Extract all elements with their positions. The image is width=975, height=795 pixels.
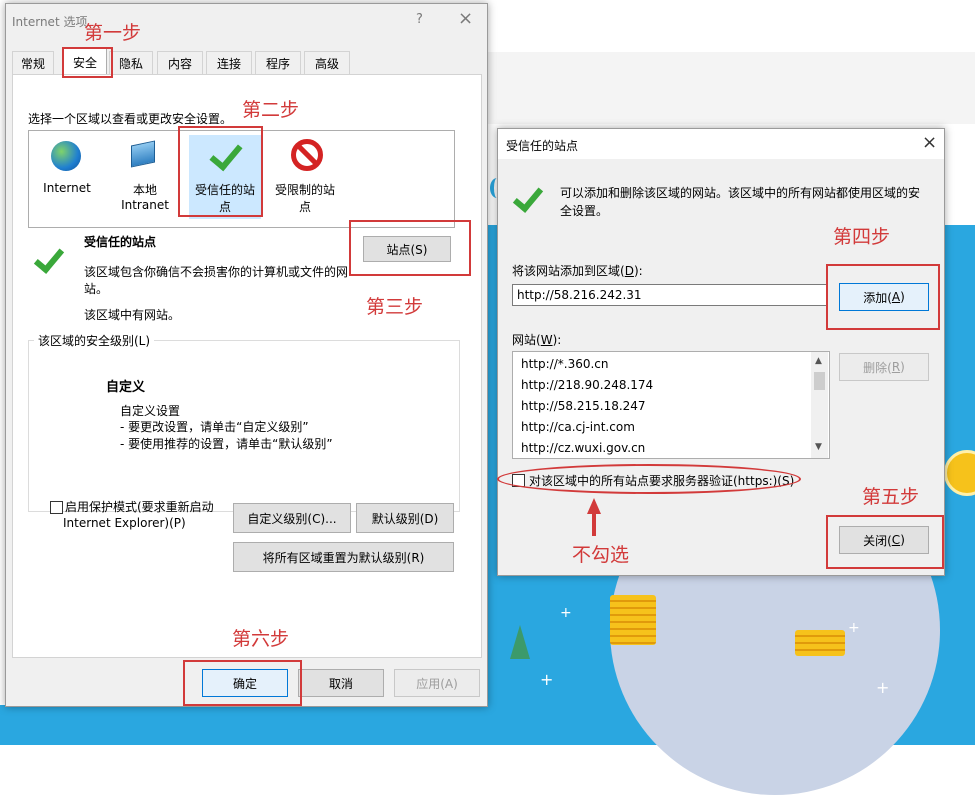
remove-button-key: R bbox=[891, 360, 901, 374]
custom-line-1: 自定义设置 bbox=[120, 404, 181, 418]
close-icon[interactable]: × bbox=[922, 132, 937, 153]
zone-local-intranet[interactable]: 本地 Intranet bbox=[113, 137, 177, 217]
list-item[interactable]: http://218.90.248.174 bbox=[521, 378, 653, 392]
dialog-title: Internet 选项 bbox=[12, 15, 88, 29]
apply-button[interactable]: 应用(A) bbox=[394, 669, 480, 697]
list-item[interactable]: http://cz.wuxi.gov.cn bbox=[521, 441, 645, 455]
zone-label-restricted-2: 点 bbox=[298, 200, 311, 214]
no-entry-icon bbox=[291, 139, 323, 171]
browser-address-strip bbox=[488, 28, 975, 53]
url-input[interactable]: http://58.216.242.31 bbox=[512, 284, 828, 306]
step-4-annotation: 第四步 bbox=[833, 226, 891, 248]
highlight-add-button bbox=[826, 264, 940, 330]
sparkle-icon: + bbox=[848, 620, 860, 636]
highlight-sites-button bbox=[349, 220, 471, 276]
security-level-label: 该区域的安全级别(L) bbox=[34, 332, 155, 349]
no-entry-bar bbox=[296, 143, 318, 166]
protected-mode-checkbox[interactable] bbox=[50, 501, 63, 514]
websites-label: 网站(W): bbox=[512, 331, 561, 348]
close-icon[interactable]: × bbox=[458, 8, 473, 29]
scrollbar-thumb[interactable] bbox=[814, 372, 825, 390]
trusted-info-check-icon bbox=[512, 181, 544, 213]
url-input-value: http://58.216.242.31 bbox=[517, 288, 642, 302]
remove-button-end: ) bbox=[900, 360, 905, 374]
zone-description-2: 站。 bbox=[84, 282, 109, 296]
tab-content[interactable]: 内容 bbox=[157, 51, 203, 74]
reset-all-zones-button[interactable]: 将所有区域重置为默认级别(R) bbox=[233, 542, 454, 572]
tab-connections[interactable]: 连接 bbox=[206, 51, 252, 74]
custom-line-2: - 要更改设置，请单击“自定义级别” bbox=[120, 420, 309, 434]
remove-button[interactable]: 删除(R) bbox=[839, 353, 929, 381]
chevron-down-icon[interactable]: ▼ bbox=[815, 442, 822, 452]
tab-advanced[interactable]: 高级 bbox=[304, 51, 350, 74]
add-site-label-text: 将该网站添加到区域( bbox=[512, 264, 625, 278]
zone-description-1: 该区域包含你确信不会损害你的计算机或文件的网 bbox=[84, 265, 349, 279]
chevron-up-icon[interactable]: ▲ bbox=[815, 356, 822, 366]
step-6-annotation: 第六步 bbox=[232, 628, 290, 650]
tab-general[interactable]: 常规 bbox=[12, 51, 54, 74]
network-icon bbox=[131, 140, 155, 168]
trusted-dialog-title: 受信任的站点 bbox=[506, 139, 579, 153]
highlight-close-button bbox=[826, 515, 944, 569]
custom-level-button[interactable]: 自定义级别(C)... bbox=[233, 503, 351, 533]
list-item[interactable]: http://*.360.cn bbox=[521, 357, 609, 371]
help-button[interactable]: ? bbox=[416, 12, 423, 27]
zone-prompt: 选择一个区域以查看或更改安全设置。 bbox=[28, 112, 233, 126]
browser-toolbar-strip bbox=[488, 52, 975, 124]
protected-mode-label-2: Internet Explorer)(P) bbox=[63, 516, 186, 530]
default-level-button[interactable]: 默认级别(D) bbox=[356, 503, 454, 533]
highlight-trusted-zone bbox=[178, 126, 263, 217]
step-5-annotation: 第五步 bbox=[862, 486, 920, 508]
protected-mode-label-1: 启用保护模式(要求重新启动 bbox=[65, 500, 214, 514]
trusted-info-line-1: 可以添加和删除该区域的网站。该区域中的所有网站都使用区域的安 bbox=[560, 186, 921, 200]
browser-top-strip bbox=[488, 0, 975, 29]
selected-zone-title: 受信任的站点 bbox=[84, 235, 157, 249]
websites-label-text: 网站( bbox=[512, 333, 541, 347]
add-site-label: 将该网站添加到区域(D): bbox=[512, 262, 643, 279]
custom-title: 自定义 bbox=[106, 380, 146, 395]
step-2-annotation: 第二步 bbox=[242, 99, 300, 121]
trusted-info-line-2: 全设置。 bbox=[560, 204, 609, 218]
sparkle-icon: + bbox=[876, 678, 890, 697]
sparkle-icon: + bbox=[560, 605, 572, 621]
websites-label-end: ): bbox=[552, 333, 562, 347]
coin-stack-left bbox=[610, 595, 656, 645]
zone-label-internet: Internet bbox=[43, 181, 91, 195]
list-item[interactable]: http://58.215.18.247 bbox=[521, 399, 646, 413]
coin-stack-right bbox=[795, 630, 845, 656]
highlight-https-option bbox=[497, 464, 801, 494]
zone-internet[interactable]: Internet bbox=[37, 137, 97, 217]
zone-restricted-sites[interactable]: 受限制的站 点 bbox=[269, 137, 341, 217]
zone-label-intranet-1: 本地 bbox=[132, 183, 157, 197]
add-site-label-end: ): bbox=[633, 264, 643, 278]
globe-icon bbox=[51, 141, 81, 171]
step-1-annotation: 第一步 bbox=[84, 22, 142, 44]
highlight-ok-button bbox=[183, 660, 302, 706]
uncheck-annotation: 不勾选 bbox=[572, 544, 630, 566]
tab-privacy[interactable]: 隐私 bbox=[109, 51, 153, 74]
list-item[interactable]: http://ca.cj-int.com bbox=[521, 420, 635, 434]
websites-scrollbar[interactable]: ▲ ▼ bbox=[811, 352, 828, 458]
sparkle-icon: + bbox=[540, 670, 554, 689]
cancel-button[interactable]: 取消 bbox=[298, 669, 384, 697]
websites-list[interactable]: http://*.360.cn http://218.90.248.174 ht… bbox=[512, 351, 830, 459]
websites-label-key: W bbox=[540, 333, 553, 347]
add-site-label-key: D bbox=[624, 264, 634, 278]
zone-description-3: 该区域中有网站。 bbox=[84, 308, 181, 322]
tree-icon bbox=[510, 625, 530, 659]
remove-button-text: 删除( bbox=[863, 360, 892, 375]
arrow-shaft bbox=[592, 512, 596, 536]
zone-label-restricted-1: 受限制的站 bbox=[274, 183, 335, 197]
zone-label-intranet-2: Intranet bbox=[121, 198, 169, 212]
custom-line-3: - 要使用推荐的设置，请单击“默认级别” bbox=[120, 437, 333, 451]
highlight-security-tab bbox=[62, 47, 113, 78]
tab-programs[interactable]: 程序 bbox=[255, 51, 301, 74]
step-3-annotation: 第三步 bbox=[366, 296, 424, 318]
